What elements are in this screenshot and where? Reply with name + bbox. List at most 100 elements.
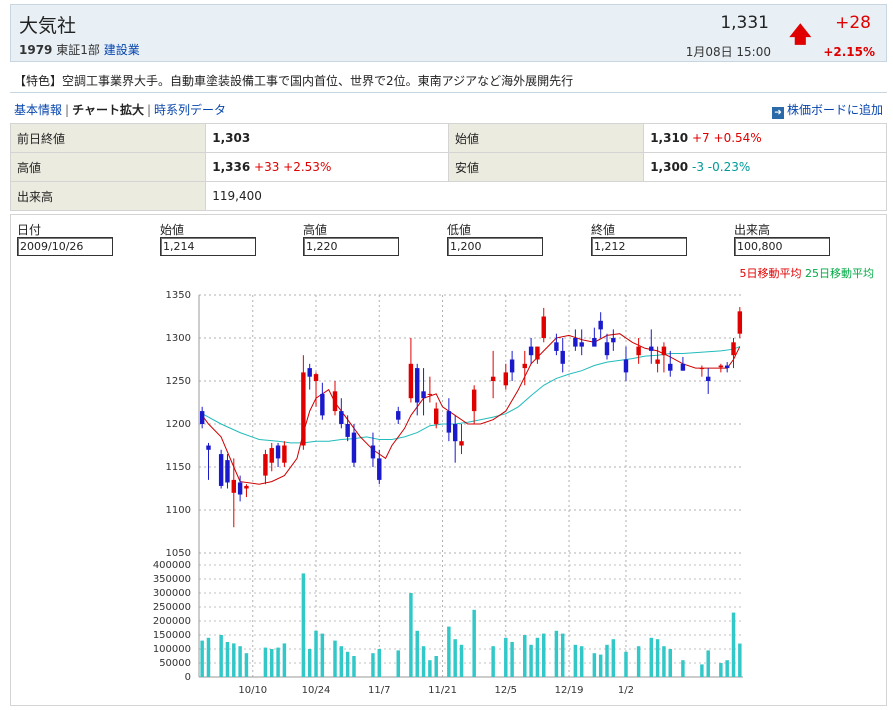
candle-body	[528, 346, 534, 356]
candle-body	[313, 374, 319, 381]
candle-body	[724, 365, 730, 369]
volume-bar	[428, 660, 432, 677]
candle-body	[345, 424, 350, 437]
high-change-percent: +2.53%	[283, 160, 332, 174]
volume-value: 119,400	[205, 181, 887, 211]
price-tick-label: 1100	[166, 505, 191, 516]
volume-bar	[700, 664, 704, 677]
date-tick-label: 10/24	[302, 685, 331, 696]
nav-separator: |	[65, 103, 70, 117]
volume-bar	[611, 639, 616, 677]
stock-chart[interactable]: 1050 1100 1150 1200 1250 1300 1350 0 50000 100000…	[11, 281, 886, 705]
volume-bar	[244, 653, 249, 677]
ohlc-open: 始値	[160, 221, 295, 256]
open-field[interactable]	[160, 237, 256, 256]
chart-panel: 日付 始値 高値 低値 終値 出来高 5日移動平均 25日移動平均 1050 11…	[10, 214, 887, 706]
ma25-legend: 25日移動平均	[805, 267, 874, 280]
close-field[interactable]	[591, 237, 687, 256]
candle-body	[573, 338, 578, 347]
stock-code: 1979	[19, 43, 53, 57]
volume-bar	[345, 651, 350, 677]
candle-body	[579, 342, 584, 347]
ohlc-volume: 出来高	[734, 221, 869, 256]
date-label: 日付	[17, 223, 42, 237]
candle-body	[275, 445, 281, 459]
volume-bar	[314, 630, 318, 677]
low-change-percent: -0.23%	[707, 160, 751, 174]
price-info-table: 前日終値 1,303 始値 1,310 +7 +0.54% 高値 1,336 +…	[9, 123, 887, 211]
volume-bar	[415, 630, 419, 677]
candle-body	[446, 411, 452, 433]
high-label: 高値	[9, 152, 207, 182]
volume-bar	[573, 644, 578, 677]
volume-bar	[662, 646, 666, 677]
time-series-link[interactable]: 時系列データ	[154, 103, 226, 117]
volume-bar	[339, 646, 344, 677]
candle-body	[490, 376, 496, 381]
volume-bar	[276, 647, 280, 677]
volume-bar	[307, 649, 312, 677]
prev-close-cell: 1,303	[205, 123, 449, 153]
sector-link[interactable]: 建設業	[104, 43, 140, 57]
ma-legend: 5日移動平均 25日移動平均	[740, 265, 875, 281]
candle-body	[636, 346, 641, 356]
volume-bar	[706, 650, 710, 677]
basic-info-link[interactable]: 基本情報	[14, 103, 62, 117]
candle-body	[522, 363, 527, 369]
candle-body	[320, 393, 325, 416]
candle-body	[307, 368, 312, 377]
chart-zoom-tab: チャート拡大	[72, 103, 144, 117]
candle-body	[332, 391, 338, 412]
low-value: 1,300	[650, 160, 689, 174]
date-tick-label: 12/5	[495, 685, 517, 696]
candle-body	[655, 359, 660, 364]
company-feature: 【特色】空調工事業界大手。自動車塗装設備工事で国内首位、世界で2位。東南アジアな…	[10, 66, 887, 93]
add-board-icon: ➜	[771, 107, 784, 119]
stock-market: 東証1部	[56, 43, 100, 57]
volume-bar	[592, 653, 597, 677]
price-tick-label: 1150	[166, 462, 191, 473]
table-row: 高値 1,336 +33 +2.53% 安値 1,300 -3 -0.23%	[9, 152, 887, 182]
volume-bar	[598, 654, 603, 677]
high-field[interactable]	[303, 237, 399, 256]
volume-bar	[504, 637, 508, 677]
volume-bar	[206, 637, 211, 677]
open-value: 1,310	[650, 131, 689, 145]
candle-body	[218, 454, 224, 486]
candle-body	[377, 458, 382, 480]
volume-bar	[529, 644, 533, 677]
volume-bar	[459, 644, 464, 677]
stock-name: 大気社	[19, 15, 77, 37]
volume-bar	[447, 626, 451, 677]
volume-bar	[649, 637, 654, 677]
volume-field-label: 出来高	[734, 223, 771, 237]
price-tick-label: 1200	[166, 419, 191, 430]
volume-bar	[270, 649, 274, 677]
low-field[interactable]	[447, 237, 543, 256]
volume-bar	[523, 635, 527, 677]
date-field[interactable]	[17, 237, 113, 256]
add-board-link[interactable]: ➜ 株価ボードに追加	[771, 101, 883, 119]
low-field-label: 低値	[447, 223, 472, 237]
volume-label: 出来高	[9, 181, 207, 211]
price-tick-label: 1300	[166, 333, 191, 344]
prev-close-label: 前日終値	[9, 123, 207, 153]
nav-separator: |	[146, 103, 151, 117]
candle-body	[718, 365, 724, 368]
open-change-percent: +0.54%	[713, 131, 762, 145]
add-board-label[interactable]: 株価ボードに追加	[787, 103, 883, 117]
volume-field[interactable]	[734, 237, 830, 256]
volume-bar	[282, 643, 287, 677]
volume-bar	[409, 593, 413, 677]
candle-body	[225, 460, 230, 483]
stock-header: 大気社 1979 東証1部 建設業 1,331 1月08日 15:00 🡅 +2…	[10, 4, 887, 62]
volume-bar	[605, 644, 609, 677]
price-tick-label: 1250	[166, 376, 191, 387]
volume-bar	[491, 646, 495, 677]
page-nav: 基本情報 | チャート拡大 | 時系列データ ➜ 株価ボードに追加	[10, 96, 887, 122]
candle-body	[370, 445, 376, 459]
volume-bar	[200, 640, 204, 677]
volume-bar	[542, 633, 546, 677]
volume-bar	[232, 643, 236, 677]
ma5-legend: 5日移動平均	[739, 267, 802, 280]
